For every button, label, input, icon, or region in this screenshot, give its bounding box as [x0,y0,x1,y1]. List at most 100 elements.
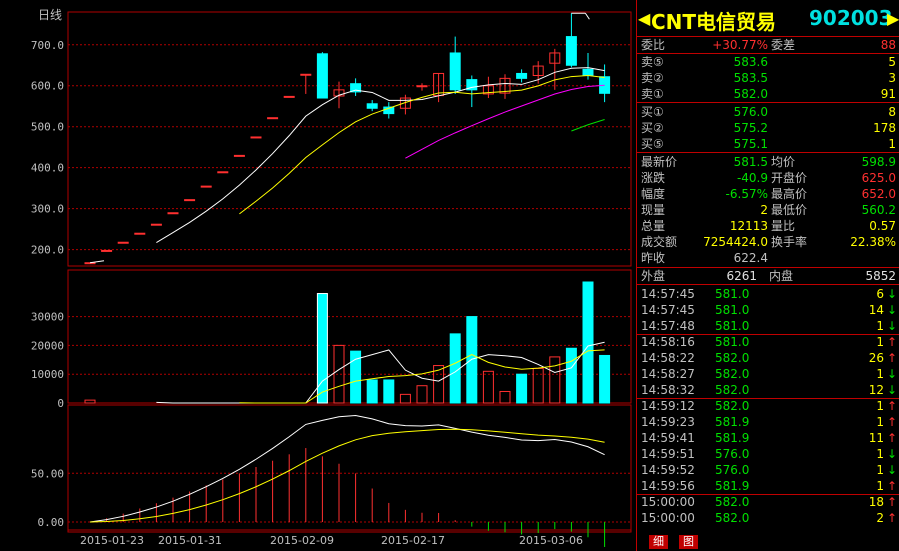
candle-body [267,117,279,120]
stat-value: 581.5 [733,155,768,169]
period-label: 日线 [38,8,63,22]
sell-price: 583.6 [733,55,768,69]
kline-chart-svg[interactable]: 700.0 600.0 500.0 400.0 300.0 200.0 30000 20000… [0,0,636,551]
tick-time: 14:59:56 [641,479,695,493]
stat-value: 12113 [729,219,768,233]
stat-row: 最新价 581.5 均价 598.9 [637,154,899,170]
buy-volume: 178 [873,121,896,135]
buy-row: 买① 576.0 8 [637,104,899,120]
stat-label: 成交额 [641,235,678,249]
date-label: 2015-02-09 [270,534,334,547]
volume-bar [366,379,378,404]
tick-row: 14:58:32 582.0 12 ↓ [637,382,899,398]
sell-volume: 5 [888,55,896,69]
candle-body [316,53,328,99]
candle-body [84,262,96,265]
stat-value: -40.9 [736,171,768,185]
volume-bar [516,373,528,404]
tick-price: 582.0 [715,383,750,397]
date-label: 2015-01-23 [80,534,144,547]
tick-time: 14:57:45 [641,303,695,317]
candle-body [217,171,229,174]
ma30-line [571,119,605,132]
stock-code: 902003 [809,6,893,30]
buy-label: 买⑤ [641,137,664,151]
tick-row: 14:59:56 581.9 1 ↑ [637,478,899,494]
tick-time: 14:58:22 [641,351,695,365]
buy-price: 575.1 [733,137,768,151]
tick-volume: 12 [868,383,884,397]
stat-value-2: 560.2 [861,203,896,217]
volume-bar [316,293,328,404]
buy-label: 买① [641,105,664,119]
stat-label: 总量 [641,219,666,233]
tick-volume: 1 [876,335,884,349]
tick-time: 14:58:27 [641,367,695,381]
tick-volume: 1 [876,447,884,461]
stat-value-2: 652.0 [861,187,896,201]
tick-direction-icon: ↑ [886,351,897,365]
tab-detail[interactable]: 细 [649,535,668,549]
price-tick-label: 200.0 [31,244,64,257]
volume-bar [549,356,561,404]
candle-body [300,73,312,76]
tick-direction-icon: ↑ [886,479,897,493]
tick-direction-icon: ↑ [886,511,897,525]
tick-time: 14:59:41 [641,431,695,445]
weibi-label: 委比 [641,38,666,52]
tick-row: 15:00:00 582.0 2 ↑ [637,510,899,526]
next-stock-arrow-icon[interactable]: ▶ [887,9,899,28]
volume-bar [565,347,577,404]
outer-value: 6261 [726,269,757,283]
inner-value: 5852 [865,269,896,283]
sell-label: 卖⑤ [641,55,664,69]
price-tick-label: 300.0 [31,203,64,216]
tick-time: 14:59:52 [641,463,695,477]
stat-label-2: 均价 [771,155,796,169]
tick-time: 14:59:23 [641,415,695,429]
stat-label-2: 开盘价 [771,171,808,185]
volume-bar [399,393,411,404]
stat-value: 2 [760,203,768,217]
tick-direction-icon: ↓ [886,287,897,301]
tick-price: 581.0 [715,335,750,349]
volume-bar [383,379,395,404]
candle-body [117,241,129,244]
stat-label: 现量 [641,203,666,217]
tick-price: 581.0 [715,287,750,301]
candle-body [582,68,594,76]
inner-label: 内盘 [769,269,794,283]
max-pointer-tail [584,12,590,20]
tick-direction-icon: ↑ [886,399,897,413]
stock-name: CNT电信贸易 [651,10,777,34]
candle-body [416,85,428,88]
weicha-label: 委差 [771,38,796,52]
tab-chart[interactable]: 图 [679,535,698,549]
candle-body [150,223,162,226]
prev-stock-arrow-icon[interactable]: ◀ [638,9,650,28]
volume-tick-label: 30000 [31,311,64,324]
tick-price: 582.0 [715,399,750,413]
tick-volume: 1 [876,319,884,333]
stat-label: 涨跌 [641,171,666,185]
tick-price: 581.9 [715,479,750,493]
candle-body [516,72,528,79]
candle-body [449,52,461,91]
tick-row: 14:59:23 581.9 1 ↑ [637,414,899,430]
tick-volume: 1 [876,463,884,477]
tick-volume: 2 [876,511,884,525]
tick-price: 582.0 [715,495,750,509]
weicha-value: 88 [880,38,896,52]
bottom-tabs: 细 图 [637,533,899,551]
stat-label-2: 量比 [771,219,796,233]
stat-label-2: 换手率 [771,235,808,249]
tick-volume: 14 [868,303,884,317]
stat-label-2: 最高价 [771,187,808,201]
volume-ma5-line [156,341,605,404]
kline-chart-area[interactable]: 700.0 600.0 500.0 400.0 300.0 200.0 30000 20000… [0,0,636,551]
candle-body [200,185,212,188]
tick-volume: 11 [868,431,884,445]
tick-row: 14:58:27 582.0 1 ↓ [637,366,899,382]
tick-row: 14:57:45 581.0 6 ↓ [637,286,899,302]
tick-direction-icon: ↑ [886,495,897,509]
